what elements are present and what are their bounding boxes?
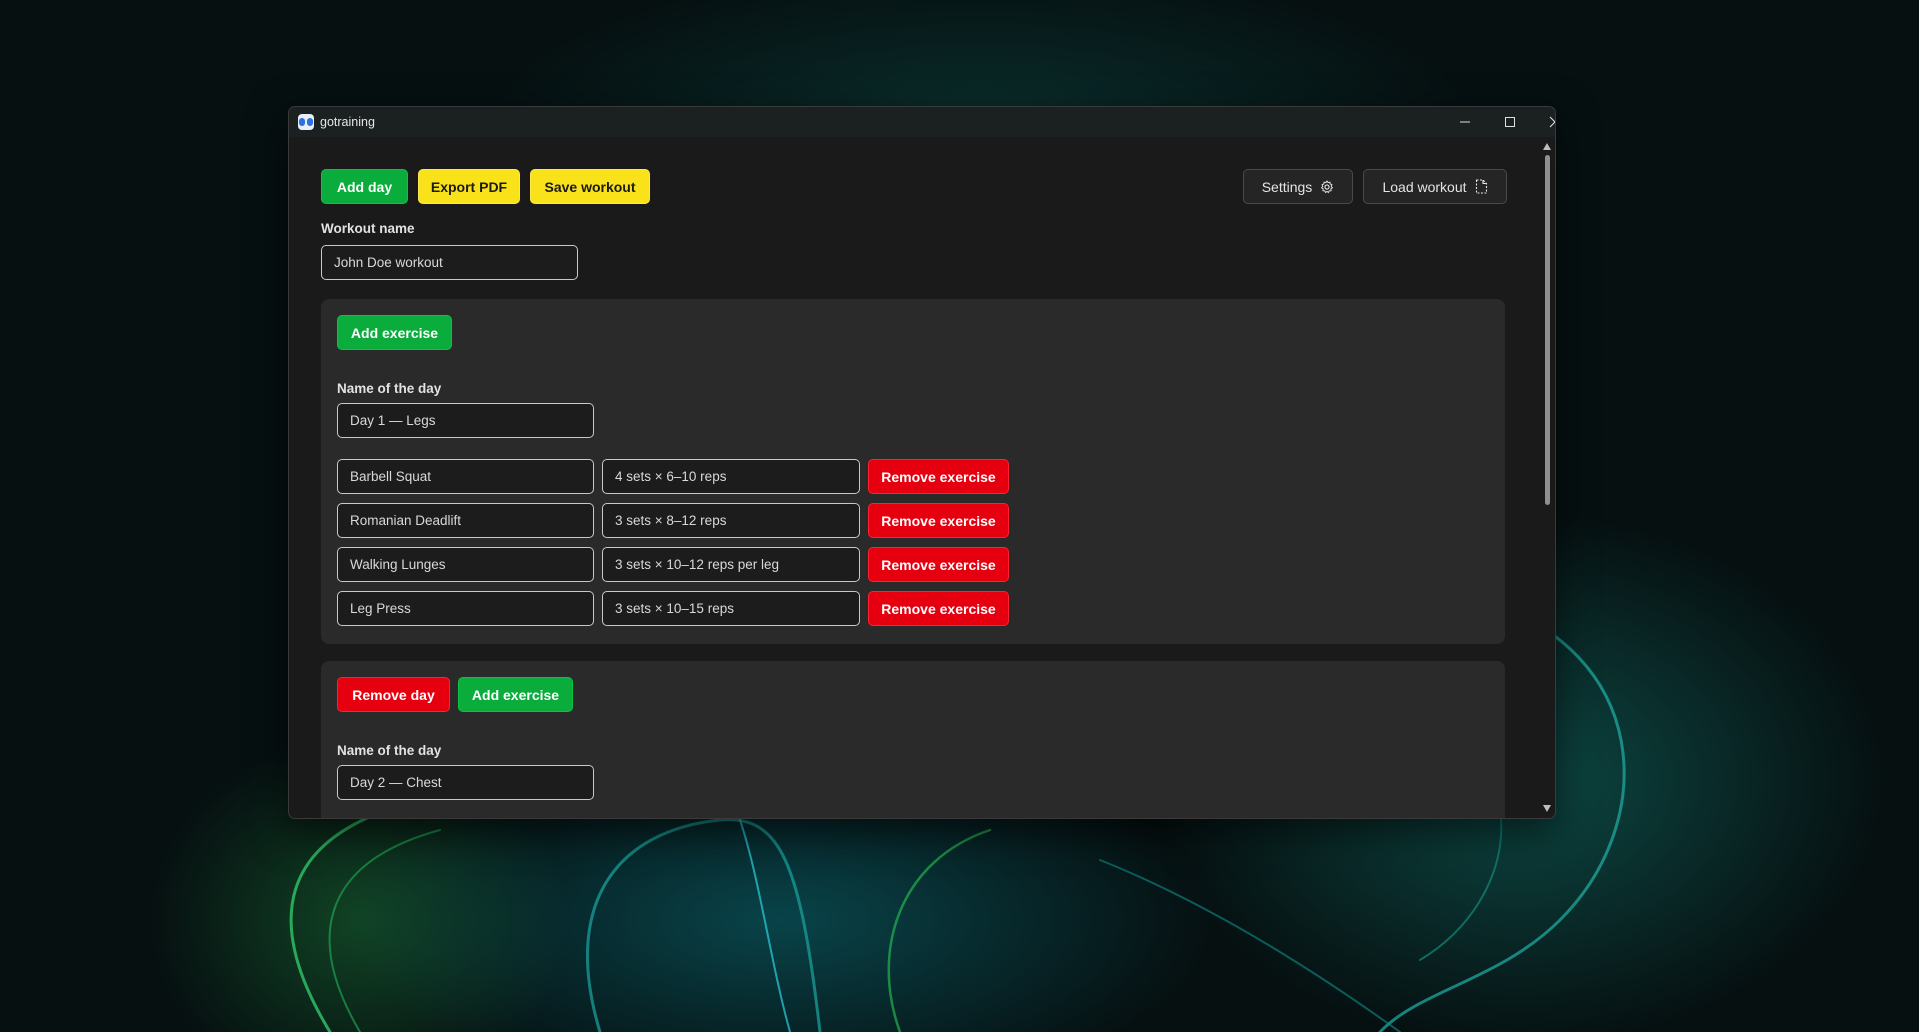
exercise-name-input[interactable] (337, 547, 594, 582)
workout-name-label: Workout name (321, 221, 415, 236)
add-exercise-button[interactable]: Add exercise (458, 677, 573, 712)
remove-exercise-button[interactable]: Remove exercise (868, 547, 1009, 582)
scroll-down-arrow-icon[interactable] (1543, 805, 1551, 812)
exercise-name-input[interactable] (337, 591, 594, 626)
settings-button[interactable]: Settings (1243, 169, 1353, 204)
window-title: gotraining (320, 115, 375, 129)
settings-label: Settings (1261, 178, 1313, 195)
remove-exercise-button[interactable]: Remove exercise (868, 503, 1009, 538)
day-name-label: Name of the day (337, 743, 442, 758)
title-bar: gotraining (289, 107, 1555, 137)
close-icon (1549, 116, 1555, 128)
app-icon (298, 114, 314, 130)
load-workout-button[interactable]: Load workout (1363, 169, 1507, 204)
maximize-icon (1504, 117, 1515, 127)
close-button[interactable] (1532, 107, 1555, 137)
day-name-input[interactable] (337, 765, 594, 800)
save-workout-button[interactable]: Save workout (530, 169, 650, 204)
exercise-name-input[interactable] (337, 503, 594, 538)
add-exercise-button[interactable]: Add exercise (337, 315, 452, 350)
app-window: gotraining Add day Export PDF Save worko… (288, 106, 1556, 819)
minimize-icon (1459, 121, 1470, 123)
remove-exercise-button[interactable]: Remove exercise (868, 591, 1009, 626)
day-name-label: Name of the day (337, 381, 442, 396)
maximize-button[interactable] (1487, 107, 1532, 137)
main-content: Add day Export PDF Save workout Settings… (289, 137, 1539, 818)
file-icon (1475, 179, 1487, 194)
exercise-scheme-input[interactable] (602, 503, 860, 538)
scroll-up-arrow-icon[interactable] (1543, 143, 1551, 150)
exercise-name-input[interactable] (337, 459, 594, 494)
day-name-input[interactable] (337, 403, 594, 438)
vertical-scrollbar[interactable] (1539, 137, 1555, 818)
load-workout-label: Load workout (1382, 178, 1467, 195)
minimize-button[interactable] (1442, 107, 1487, 137)
exercise-scheme-input[interactable] (602, 459, 860, 494)
workout-name-input[interactable] (321, 245, 578, 280)
gear-icon (1321, 179, 1334, 193)
scrollbar-thumb[interactable] (1545, 155, 1550, 505)
day-card-1: Add exercise Name of the day Remove exer… (321, 299, 1505, 644)
export-pdf-button[interactable]: Export PDF (418, 169, 520, 204)
remove-exercise-button[interactable]: Remove exercise (868, 459, 1009, 494)
exercise-scheme-input[interactable] (602, 591, 860, 626)
exercise-scheme-input[interactable] (602, 547, 860, 582)
add-day-button[interactable]: Add day (321, 169, 408, 204)
day-card-2: Remove day Add exercise Name of the day (321, 661, 1505, 818)
remove-day-button[interactable]: Remove day (337, 677, 450, 712)
